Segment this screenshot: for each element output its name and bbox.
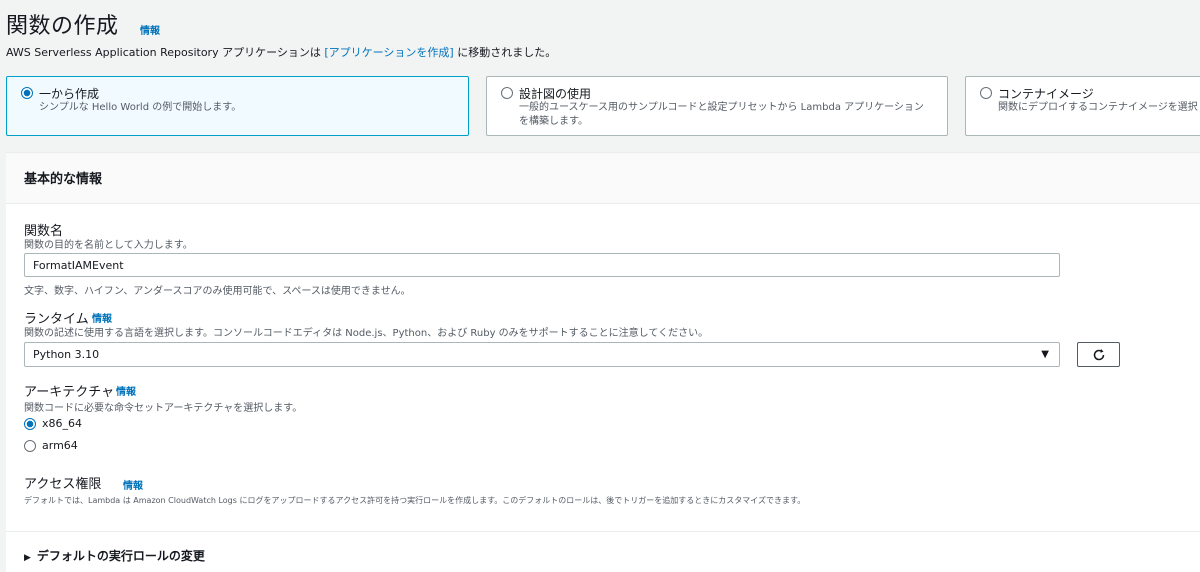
option-label: 設計図の使用: [519, 87, 592, 101]
option-label: コンテナイメージ: [998, 87, 1094, 101]
basic-info-panel: 基本的な情報 関数名 関数の目的を名前として入力します。 文字、数字、ハイフン、…: [6, 152, 1200, 572]
caret-right-icon: ▶: [24, 553, 31, 563]
option-label: 一から作成: [39, 87, 100, 101]
architecture-option-label: arm64: [42, 439, 78, 452]
architecture-description: 関数コードに必要な命令セットアーキテクチャを選択します。: [24, 403, 303, 414]
subtitle-suffix: に移動されました。: [457, 46, 557, 59]
architecture-option-label: x86_64: [42, 417, 83, 430]
radio-container-image[interactable]: [980, 87, 992, 99]
permissions-description: デフォルトでは、Lambda は Amazon CloudWatch Logs …: [24, 496, 806, 505]
architecture-info-link[interactable]: 情報: [116, 383, 136, 398]
radio-use-blueprint[interactable]: [501, 87, 513, 99]
create-application-link[interactable]: [アプリケーションを作成]: [324, 46, 453, 59]
option-tile-use-blueprint[interactable]: 設計図の使用 一般的ユースケース用のサンプルコードと設定プリセットから Lamb…: [486, 76, 948, 136]
refresh-icon: [1093, 349, 1105, 361]
expander-label: デフォルトの実行ロールの変更: [36, 549, 205, 563]
option-tile-author-from-scratch[interactable]: 一から作成 シンプルな Hello World の例で開始します。: [6, 76, 469, 136]
runtime-select[interactable]: Python 3.10 ▼: [24, 342, 1060, 367]
option-description: 一般的ユースケース用のサンプルコードと設定プリセットから Lambda アプリケ…: [519, 102, 924, 127]
option-tile-container-image[interactable]: コンテナイメージ 関数にデプロイするコンテナイメージを選択: [965, 76, 1200, 136]
panel-header: 基本的な情報: [6, 153, 1200, 204]
divider: [6, 531, 1200, 532]
permissions-info-link[interactable]: 情報: [123, 477, 143, 492]
execution-role-expander[interactable]: ▶ デフォルトの実行ロールの変更: [24, 547, 205, 564]
option-description: 関数にデプロイするコンテナイメージを選択: [998, 102, 1198, 113]
runtime-info-link[interactable]: 情報: [92, 310, 112, 325]
function-name-constraint: 文字、数字、ハイフン、アンダースコアのみ使用可能で、スペースは使用できません。: [24, 286, 411, 297]
architecture-label: アーキテクチャ: [24, 385, 115, 400]
subtitle: AWS Serverless Application Repository アプ…: [6, 44, 556, 60]
radio-arm64[interactable]: [24, 440, 36, 452]
subtitle-prefix: AWS Serverless Application Repository アプ…: [6, 46, 321, 59]
runtime-select-value: Python 3.10: [33, 348, 100, 361]
refresh-button[interactable]: [1077, 342, 1120, 367]
caret-down-icon: ▼: [1041, 349, 1049, 360]
option-description: シンプルな Hello World の例で開始します。: [39, 102, 242, 113]
function-name-input[interactable]: [24, 253, 1060, 277]
panel-title: 基本的な情報: [24, 172, 103, 187]
permissions-label: アクセス権限: [24, 477, 102, 492]
title-info-link[interactable]: 情報: [140, 22, 160, 37]
radio-author-from-scratch[interactable]: [21, 87, 33, 99]
function-name-description: 関数の目的を名前として入力します。: [24, 240, 193, 251]
page-title: 関数の作成: [6, 14, 119, 39]
radio-x86-64[interactable]: [24, 418, 36, 430]
runtime-description: 関数の記述に使用する言語を選択します。コンソールコードエディタは Node.js…: [24, 328, 709, 339]
